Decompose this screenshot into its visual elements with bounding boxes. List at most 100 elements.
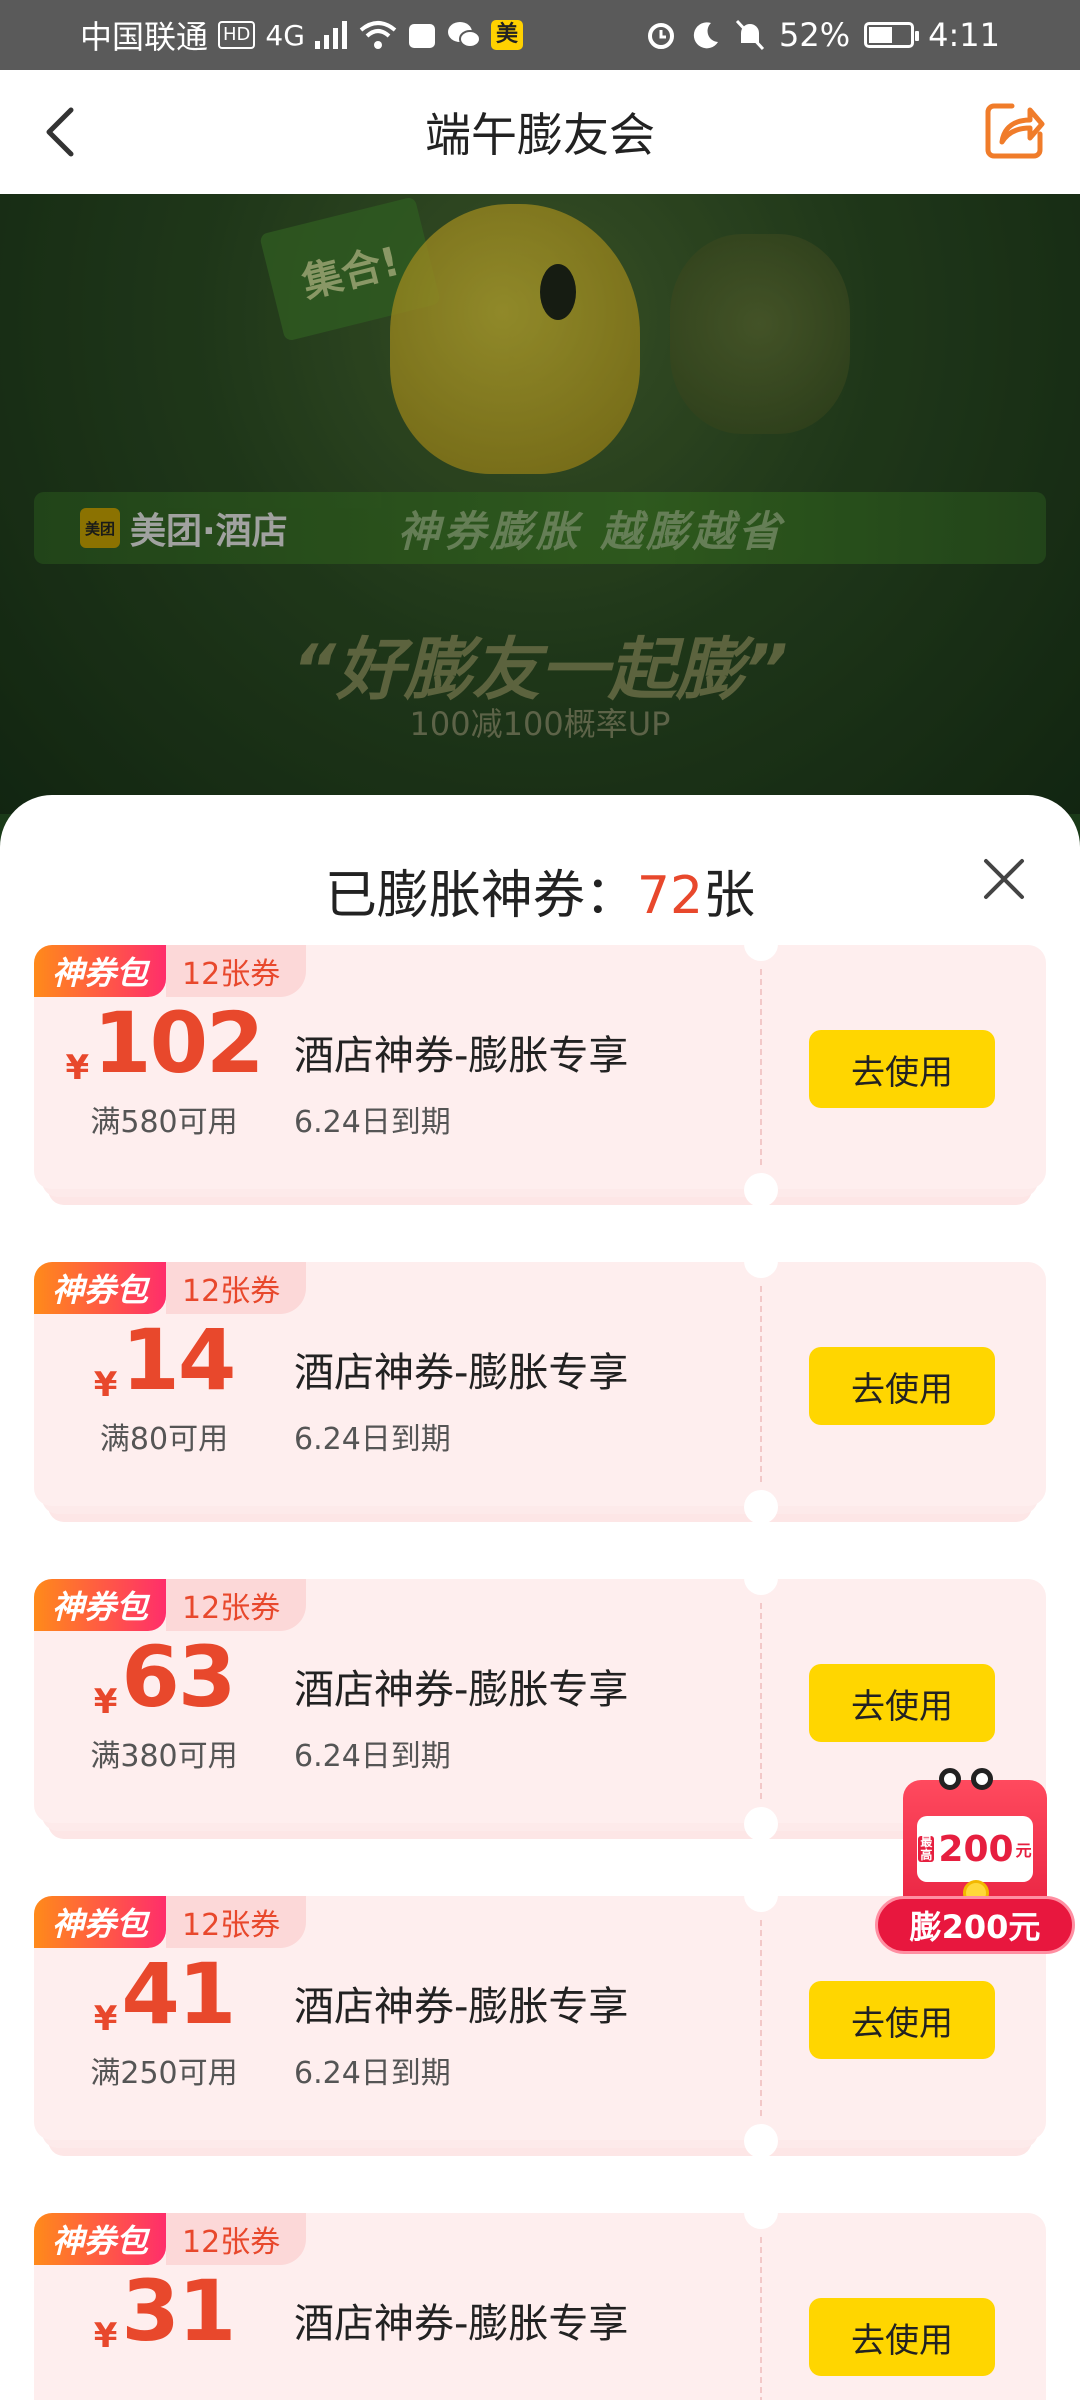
floating-red-packet[interactable]: 最高 200 元 膨200元 <box>875 1768 1075 1968</box>
clock: 4:11 <box>928 16 1000 54</box>
coupon-tag: 神券包 12张券 <box>34 1262 307 1314</box>
coupon-condition: 满250可用 <box>90 2056 238 2091</box>
sheet-title-prefix: 已膨胀神券： <box>324 866 637 926</box>
alarm-icon <box>648 23 675 49</box>
coupon-divider <box>760 2237 762 2400</box>
packet-label: 膨200元 <box>875 1896 1075 1954</box>
page-title: 端午膨友会 <box>425 108 655 162</box>
coupon-expiry: 6.24日到期 <box>294 2056 451 2091</box>
coupon-value: 102 <box>93 994 264 1092</box>
coupon-pack-count: 12张券 <box>166 1262 307 1314</box>
coupon-pack-tag: 神券包 <box>34 1579 167 1631</box>
overlay-dim <box>0 194 1080 814</box>
coupon-expiry: 6.24日到期 <box>294 1739 451 1774</box>
close-button[interactable] <box>978 853 1030 905</box>
coupon-amount: ¥31 <box>54 2269 274 2353</box>
hd-icon: HD <box>218 21 256 49</box>
coupon-card: 神券包 12张券 ¥14 满80可用 酒店神券-膨胀专享 6.24日到期 去使用 <box>34 1244 1046 1524</box>
packet-unit: 元 <box>1015 1841 1032 1860</box>
use-coupon-button[interactable]: 去使用 <box>809 1347 995 1425</box>
event-banner: 集合! 美团 美团·酒店 神券膨胀 越膨越省 “好膨友一起膨” 100减100概… <box>0 194 1080 814</box>
coupon-notch <box>744 2195 778 2229</box>
share-icon <box>985 103 1045 159</box>
coupon-pack-count: 12张券 <box>166 1579 307 1631</box>
coupon-body: 神券包 12张券 ¥102 满580可用 酒店神券-膨胀专享 6.24日到期 去… <box>34 927 1046 1207</box>
packet-amount: 200 <box>938 1828 1014 1870</box>
packet-eye-left <box>939 1768 961 1790</box>
coupon-name: 酒店神券-膨胀专享 <box>294 1350 629 1396</box>
network-label: 4G <box>265 18 305 52</box>
coupon-divider <box>760 969 762 1165</box>
coupon-amount: ¥63 <box>54 1635 274 1719</box>
use-coupon-button[interactable]: 去使用 <box>809 2298 995 2376</box>
use-coupon-button[interactable]: 去使用 <box>809 1981 995 2059</box>
coupon-notch <box>744 1561 778 1595</box>
bag-icon <box>408 24 435 48</box>
use-coupon-button[interactable]: 去使用 <box>809 1664 995 1742</box>
coupon-pack-tag: 神券包 <box>34 2213 167 2265</box>
coupon-pack-tag: 神券包 <box>34 1262 167 1314</box>
coupon-divider <box>760 1920 762 2116</box>
coupon-notch <box>744 1173 778 1207</box>
coupon-expiry: 6.24日到期 <box>294 1105 451 1140</box>
coupon-tag: 神券包 12张券 <box>34 1896 307 1948</box>
coupon-notch <box>744 1244 778 1278</box>
coupon-pack-count: 12张券 <box>166 1896 307 1948</box>
battery-icon <box>864 22 920 48</box>
coupon-condition: 满80可用 <box>99 1422 229 1457</box>
signal-icon <box>314 21 347 49</box>
coupon-pack-count: 12张券 <box>166 2213 307 2265</box>
coupon-amount: ¥14 <box>54 1318 274 1402</box>
coupon-tag: 神券包 12张券 <box>34 1579 307 1631</box>
meituan-app-icon: 美 <box>490 20 523 50</box>
chevron-left-icon <box>46 107 74 157</box>
battery-percent: 52% <box>779 16 851 54</box>
coupon-notch <box>744 1490 778 1524</box>
coupon-tag: 神券包 12张券 <box>34 945 307 997</box>
battery-level <box>869 27 893 43</box>
coupon-notch <box>744 927 778 961</box>
coupon-condition: 满380可用 <box>90 1739 238 1774</box>
sheet-title-suffix: 张 <box>703 866 756 926</box>
coupon-pack-count: 12张券 <box>166 945 307 997</box>
moon-icon <box>693 22 719 49</box>
coupon-sheet: 已膨胀神券：72张 神券包 12张券 ¥102 满580可用 酒店神券-膨胀专享… <box>0 795 1080 2400</box>
coupon-value: 31 <box>121 2262 236 2360</box>
status-bar: 中国联通 HD 4G 美 52% 4:11 <box>0 0 1080 70</box>
share-button[interactable] <box>982 98 1046 162</box>
coupon-divider <box>760 1603 762 1799</box>
back-button[interactable] <box>30 100 90 164</box>
yen-symbol: ¥ <box>93 2316 118 2356</box>
coupon-notch <box>744 1878 778 1912</box>
coupon-condition: 满580可用 <box>90 1105 238 1140</box>
close-icon <box>984 859 1024 899</box>
wifi-icon <box>359 21 397 49</box>
coupon-amount: ¥102 <box>54 1001 274 1085</box>
coupon-notch <box>744 1807 778 1841</box>
yen-symbol: ¥ <box>93 1999 118 2039</box>
coupon-name: 酒店神券-膨胀专享 <box>294 1033 629 1079</box>
coupon-body: 神券包 12张券 ¥31 酒店神券-膨胀专享 去使用 <box>34 2195 1046 2400</box>
coupon-expiry: 6.24日到期 <box>294 1422 451 1457</box>
carrier-label: 中国联通 <box>80 18 209 56</box>
coupon-value: 14 <box>121 1311 236 1409</box>
packet-amount-card: 最高 200 元 <box>917 1816 1033 1882</box>
coupon-tag: 神券包 12张券 <box>34 2213 307 2265</box>
packet-max-badge: 最高 <box>918 1835 935 1862</box>
mute-bell-icon <box>735 19 765 51</box>
coupon-count: 72 <box>636 866 704 926</box>
coupon-card: 神券包 12张券 ¥102 满580可用 酒店神券-膨胀专享 6.24日到期 去… <box>34 927 1046 1207</box>
coupon-value: 63 <box>121 1628 236 1726</box>
sheet-title: 已膨胀神券：72张 <box>0 853 1080 928</box>
coupon-notch <box>744 2124 778 2158</box>
yen-symbol: ¥ <box>65 1048 90 1088</box>
coupon-pack-tag: 神券包 <box>34 945 167 997</box>
use-coupon-button[interactable]: 去使用 <box>809 1030 995 1108</box>
packet-eye-right <box>971 1768 993 1790</box>
coupon-body: 神券包 12张券 ¥14 满80可用 酒店神券-膨胀专享 6.24日到期 去使用 <box>34 1244 1046 1524</box>
wechat-icon <box>447 22 481 48</box>
coupon-value: 41 <box>121 1945 236 2043</box>
coupon-name: 酒店神券-膨胀专享 <box>294 1667 629 1713</box>
coupon-card: 神券包 12张券 ¥31 酒店神券-膨胀专享 去使用 <box>34 2195 1046 2400</box>
yen-symbol: ¥ <box>93 1365 118 1405</box>
